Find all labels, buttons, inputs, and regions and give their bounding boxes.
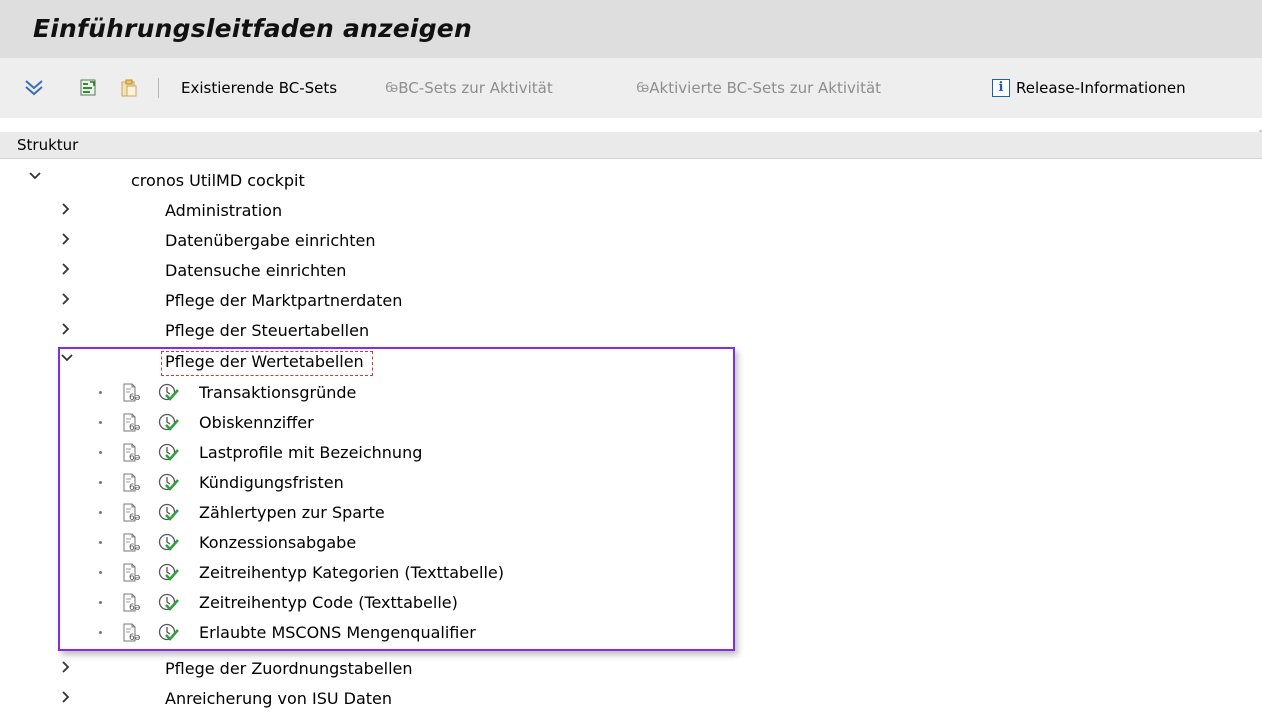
annotation-highlight-box: [58, 347, 735, 651]
tree-node-label: Datensuche einrichten: [165, 261, 347, 280]
application-toolbar: Existierende BC-Sets 6ə BC-Sets zur Akti…: [0, 58, 1262, 156]
release-info-label: Release-Informationen: [1016, 79, 1186, 97]
title-bar: Einführungsleitfaden anzeigen: [0, 0, 1262, 58]
glasses-icon: 6ə: [636, 80, 649, 96]
tree-node-datensuche[interactable]: Datensuche einrichten: [0, 256, 1262, 286]
activated-bc-sets-activity-button[interactable]: 6ə Aktivierte BC-Sets zur Aktivität: [636, 78, 881, 98]
chevron-right-icon[interactable]: [61, 203, 71, 219]
clipboard-icon: [121, 79, 137, 97]
tree-node-zuordnungstabellen[interactable]: Pflege der Zuordnungstabellen: [0, 654, 1262, 684]
tree-node-label: Datenübergabe einrichten: [165, 231, 376, 250]
glasses-icon: 6ə: [385, 80, 398, 96]
info-icon: i: [992, 79, 1010, 97]
chevron-right-icon[interactable]: [61, 293, 71, 309]
chevron-right-icon[interactable]: [61, 661, 71, 677]
chevron-right-icon[interactable]: [61, 263, 71, 279]
tree-node-datenuebergabe[interactable]: Datenübergabe einrichten: [0, 226, 1262, 256]
activated-bc-sets-activity-label: Aktivierte BC-Sets zur Aktivität: [649, 79, 882, 97]
bc-sets-activity-label: BC-Sets zur Aktivität: [398, 79, 553, 97]
find-button[interactable]: [80, 78, 98, 98]
chevron-right-icon[interactable]: [61, 323, 71, 339]
release-info-button[interactable]: i Release-Informationen: [992, 78, 1186, 98]
tree-node-administration[interactable]: Administration: [0, 196, 1262, 226]
tree-node-label: Anreicherung von ISU Daten: [165, 689, 393, 708]
chevron-right-icon[interactable]: [61, 233, 71, 249]
tree-root[interactable]: cronos UtilMD cockpit: [0, 166, 1262, 196]
page-title: Einführungsleitfaden anzeigen: [33, 14, 472, 43]
tree-root-label: cronos UtilMD cockpit: [131, 171, 305, 190]
existing-bc-sets-button[interactable]: Existierende BC-Sets: [181, 78, 337, 98]
expand-all-button[interactable]: [24, 78, 44, 98]
tree-node-label: Pflege der Marktpartnerdaten: [165, 291, 403, 310]
bc-sets-activity-button[interactable]: 6ə BC-Sets zur Aktivität: [385, 78, 553, 98]
existing-bc-sets-label: Existierende BC-Sets: [181, 79, 338, 97]
tree-node-marktpartnerdaten[interactable]: Pflege der Marktpartnerdaten: [0, 286, 1262, 316]
expand-icon: [25, 80, 43, 96]
toolbar-separator: [158, 78, 159, 98]
tree-node-label: Administration: [165, 201, 283, 220]
tree-node-label: Pflege der Zuordnungstabellen: [165, 659, 413, 678]
find-icon: [80, 79, 96, 96]
chevron-right-icon[interactable]: [61, 691, 71, 707]
clipboard-button[interactable]: [120, 78, 138, 98]
tree-node-label: Pflege der Steuertabellen: [165, 321, 370, 340]
structure-header-label: Struktur: [17, 136, 79, 154]
tree-node-steuertabellen[interactable]: Pflege der Steuertabellen: [0, 316, 1262, 346]
structure-header: Struktur: [0, 132, 1262, 159]
chevron-down-icon[interactable]: [29, 169, 41, 185]
tree-node-isu-daten[interactable]: Anreicherung von ISU Daten: [0, 684, 1262, 714]
focus-indicator: [161, 351, 373, 376]
